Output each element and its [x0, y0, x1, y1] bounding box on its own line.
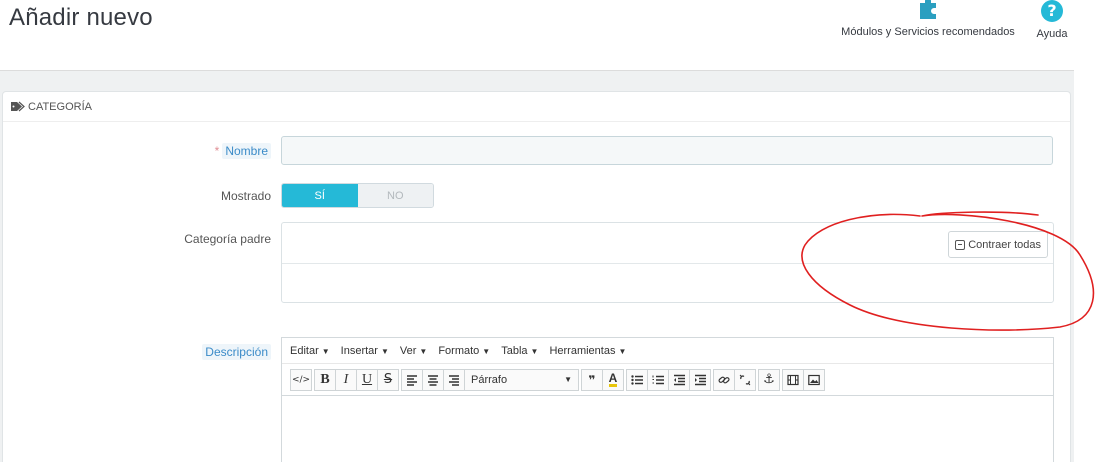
description-label-text: Descripción — [202, 344, 271, 360]
align-right-button[interactable] — [443, 368, 465, 391]
caret-down-icon: ▼ — [380, 346, 389, 356]
align-left-button[interactable] — [401, 368, 423, 391]
tree-toolbar: Contraer todas — [282, 223, 1053, 264]
unlink-button[interactable] — [734, 368, 756, 391]
name-label-text: Nombre — [222, 143, 271, 159]
description-editor: Editar ▼ Insertar ▼ Ver ▼ Formato ▼ Tabla ▼ H… — [281, 337, 1054, 462]
strikethrough-button[interactable]: S — [377, 368, 399, 391]
recommended-modules-label: Módulos y Servicios recomendados — [841, 26, 1015, 38]
format-select[interactable]: Párrafo ▼ — [464, 368, 579, 391]
unlink-icon — [739, 374, 751, 385]
italic-icon: I — [343, 371, 349, 387]
recommended-modules-button[interactable]: Módulos y Servicios recomendados — [830, 0, 1026, 38]
align-center-button[interactable] — [422, 368, 444, 391]
source-code-button[interactable]: </> — [290, 368, 312, 391]
film-icon — [787, 374, 799, 385]
numbered-list-button[interactable] — [647, 368, 669, 391]
code-icon: </> — [291, 374, 311, 385]
name-input[interactable] — [281, 136, 1053, 165]
displayed-label: Mostrado — [220, 189, 271, 203]
question-circle-icon: ? — [1041, 0, 1063, 22]
indent-button[interactable] — [689, 368, 711, 391]
text-color-button[interactable]: A — [602, 368, 624, 391]
bold-icon: B — [320, 371, 330, 387]
caret-down-icon: ▼ — [419, 346, 428, 356]
parent-category-label: Categoría padre — [184, 232, 271, 246]
align-right-icon — [449, 374, 459, 386]
caret-down-icon: ▼ — [482, 346, 491, 356]
insert-media-button[interactable] — [782, 368, 804, 391]
displayed-switch[interactable]: SÍ NO — [281, 183, 434, 208]
page-title: Añadir nuevo — [9, 4, 153, 31]
link-icon — [718, 376, 730, 383]
collapse-all-button[interactable]: Contraer todas — [948, 231, 1048, 258]
minus-square-icon — [955, 239, 966, 250]
bullet-list-icon — [631, 374, 643, 385]
editor-menubar: Editar ▼ Insertar ▼ Ver ▼ Formato ▼ Tabla ▼ H… — [282, 338, 1053, 364]
page-header: Añadir nuevo Módulos y Servicios recomen… — [0, 0, 1100, 70]
numbered-list-icon — [652, 375, 664, 384]
menu-table[interactable]: Tabla ▼ — [501, 345, 538, 357]
switch-yes-option[interactable]: SÍ — [282, 184, 358, 207]
caret-down-icon: ▼ — [530, 346, 539, 356]
caret-down-icon: ▼ — [618, 346, 627, 356]
description-label: Descripción — [183, 344, 271, 360]
panel-title: CATEGORÍA — [28, 100, 92, 113]
align-left-icon — [407, 374, 417, 386]
caret-down-icon: ▼ — [564, 375, 572, 384]
align-center-icon — [428, 374, 438, 386]
required-marker: * — [214, 144, 220, 158]
quote-icon: ❞ — [588, 372, 596, 387]
menu-view[interactable]: Ver ▼ — [400, 345, 427, 357]
parent-category-tree: Contraer todas — [281, 222, 1054, 303]
switch-no-option[interactable]: NO — [357, 184, 433, 207]
outdent-icon — [674, 374, 685, 385]
menu-edit[interactable]: Editar ▼ — [290, 345, 330, 357]
scrollbar-track[interactable] — [1074, 71, 1100, 462]
text-color-icon: A — [608, 371, 618, 387]
image-icon — [808, 374, 820, 385]
outdent-button[interactable] — [668, 368, 690, 391]
help-label: Ayuda — [1036, 28, 1068, 40]
name-label: * Nombre — [183, 143, 271, 159]
editor-content-area[interactable] — [282, 396, 1053, 462]
link-button[interactable] — [713, 368, 735, 391]
underline-icon: U — [361, 371, 373, 387]
insert-image-button[interactable] — [803, 368, 825, 391]
italic-button[interactable]: I — [335, 368, 357, 391]
anchor-icon: ⚓ — [763, 372, 775, 387]
collapse-all-label: Contraer todas — [968, 238, 1041, 251]
category-panel: CATEGORÍA * Nombre Mostrado SÍ NO Categor… — [2, 91, 1071, 462]
strikethrough-icon: S — [383, 372, 393, 387]
menu-format[interactable]: Formato ▼ — [438, 345, 490, 357]
anchor-button[interactable]: ⚓ — [758, 368, 780, 391]
caret-down-icon: ▼ — [321, 346, 330, 356]
tags-icon — [11, 101, 25, 112]
format-select-value: Párrafo — [471, 373, 508, 386]
underline-button[interactable]: U — [356, 368, 378, 391]
menu-insert[interactable]: Insertar ▼ — [341, 345, 389, 357]
blockquote-button[interactable]: ❞ — [581, 368, 603, 391]
editor-toolbar: </> B I U S Párrafo ▼ ❞ A ⚓ — [282, 364, 1053, 396]
indent-icon — [695, 374, 706, 385]
bold-button[interactable]: B — [314, 368, 336, 391]
bullet-list-button[interactable] — [626, 368, 648, 391]
help-button[interactable]: ? Ayuda — [1030, 0, 1074, 40]
panel-heading: CATEGORÍA — [3, 92, 1070, 122]
menu-tools[interactable]: Herramientas ▼ — [549, 345, 626, 357]
puzzle-icon — [920, 0, 936, 19]
